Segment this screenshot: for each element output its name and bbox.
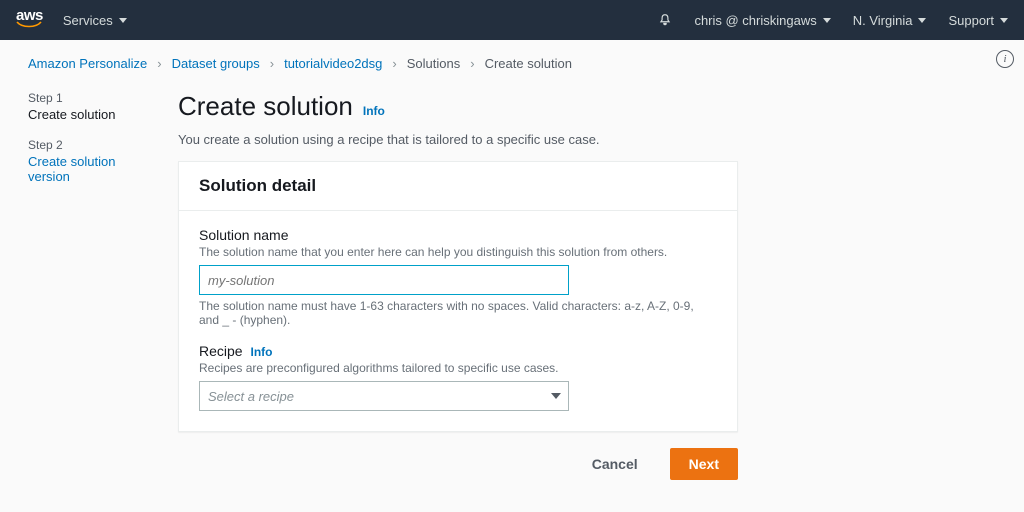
support-label: Support xyxy=(948,13,994,28)
aws-logo-smile-icon xyxy=(16,21,42,32)
wizard-side-nav: Step 1 Create solution Step 2 Create sol… xyxy=(28,91,148,480)
cancel-button[interactable]: Cancel xyxy=(574,448,656,480)
wizard-step-name: Create solution version xyxy=(28,154,148,184)
title-info-link[interactable]: Info xyxy=(363,104,385,118)
field-description: The solution name that you enter here ca… xyxy=(199,245,717,259)
account-menu[interactable]: chris @ chriskingaws xyxy=(694,13,830,28)
wizard-step[interactable]: Step 1 Create solution xyxy=(28,91,148,122)
field-label: Recipe Info xyxy=(199,343,717,359)
support-menu[interactable]: Support xyxy=(948,13,1008,28)
breadcrumb-item[interactable]: Amazon Personalize xyxy=(28,56,147,71)
wizard-step-number: Step 1 xyxy=(28,91,148,105)
wizard-step-number: Step 2 xyxy=(28,138,148,152)
solution-name-input[interactable] xyxy=(199,265,569,295)
chevron-right-icon: › xyxy=(470,56,474,71)
recipe-field: Recipe Info Recipes are preconfigured al… xyxy=(199,343,717,411)
wizard-step[interactable]: Step 2 Create solution version xyxy=(28,138,148,184)
chevron-right-icon: › xyxy=(270,56,274,71)
solution-detail-panel: Solution detail Solution name The soluti… xyxy=(178,161,738,432)
wizard-step-name: Create solution xyxy=(28,107,148,122)
recipe-select[interactable]: Select a recipe xyxy=(199,381,569,411)
solution-name-field: Solution name The solution name that you… xyxy=(199,227,717,327)
info-panel-toggle[interactable]: i xyxy=(996,50,1014,68)
breadcrumb: Amazon Personalize › Dataset groups › tu… xyxy=(0,40,1024,71)
field-constraint: The solution name must have 1-63 charact… xyxy=(199,299,717,327)
caret-down-icon xyxy=(823,18,831,23)
bell-icon xyxy=(658,13,672,27)
caret-down-icon xyxy=(119,18,127,23)
services-menu[interactable]: Services xyxy=(63,13,127,28)
select-placeholder: Select a recipe xyxy=(208,389,294,404)
account-label: chris @ chriskingaws xyxy=(694,13,816,28)
region-label: N. Virginia xyxy=(853,13,913,28)
region-menu[interactable]: N. Virginia xyxy=(853,13,927,28)
breadcrumb-item: Solutions xyxy=(407,56,460,71)
field-label: Solution name xyxy=(199,227,717,243)
wizard-actions: Cancel Next xyxy=(178,448,738,480)
page-subtitle: You create a solution using a recipe tha… xyxy=(178,132,738,147)
caret-down-icon xyxy=(551,393,561,399)
caret-down-icon xyxy=(918,18,926,23)
notifications-button[interactable] xyxy=(658,13,672,27)
global-top-nav: aws Services chris @ chriskingaws N. Vir… xyxy=(0,0,1024,40)
field-description: Recipes are preconfigured algorithms tai… xyxy=(199,361,717,375)
info-icon: i xyxy=(1003,53,1006,65)
recipe-info-link[interactable]: Info xyxy=(250,345,272,359)
breadcrumb-item[interactable]: Dataset groups xyxy=(172,56,260,71)
breadcrumb-item[interactable]: tutorialvideo2dsg xyxy=(284,56,382,71)
chevron-right-icon: › xyxy=(392,56,396,71)
services-label: Services xyxy=(63,13,113,28)
panel-header: Solution detail xyxy=(179,162,737,211)
breadcrumb-item: Create solution xyxy=(485,56,572,71)
chevron-right-icon: › xyxy=(157,56,161,71)
caret-down-icon xyxy=(1000,18,1008,23)
page-title: Create solution xyxy=(178,91,353,122)
aws-logo[interactable]: aws xyxy=(16,8,43,32)
next-button[interactable]: Next xyxy=(670,448,738,480)
